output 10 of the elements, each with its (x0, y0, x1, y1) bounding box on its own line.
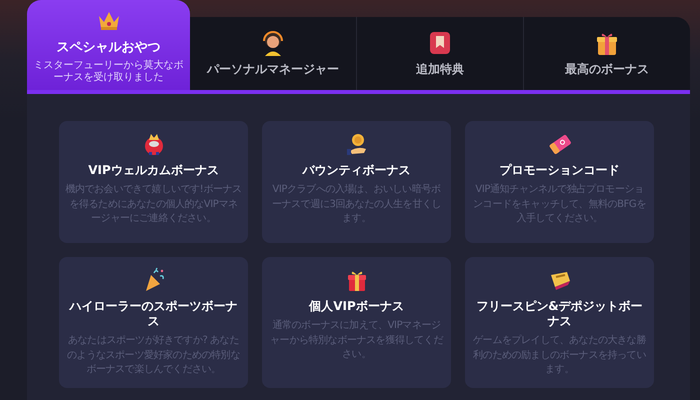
card-title: VIPウェルカムボーナス (88, 163, 219, 178)
tab[interactable]: 最高のボーナス (523, 17, 690, 90)
card-title: 個人VIPボーナス (309, 299, 404, 314)
tab[interactable]: スペシャルおやつ ミスターフューリーから莫大なボーナスを受け取りました (27, 0, 190, 90)
card-title: バウンティボーナス (302, 163, 410, 178)
card-title: ハイローラーのスポーツボーナス (68, 299, 238, 329)
tab[interactable]: パーソナルマネージャー (190, 17, 356, 90)
card-title: プロモーションコード (500, 163, 620, 178)
card-title: フリースピン&デポジットボーナス (475, 299, 644, 329)
tab[interactable]: 追加特典 (356, 17, 523, 90)
